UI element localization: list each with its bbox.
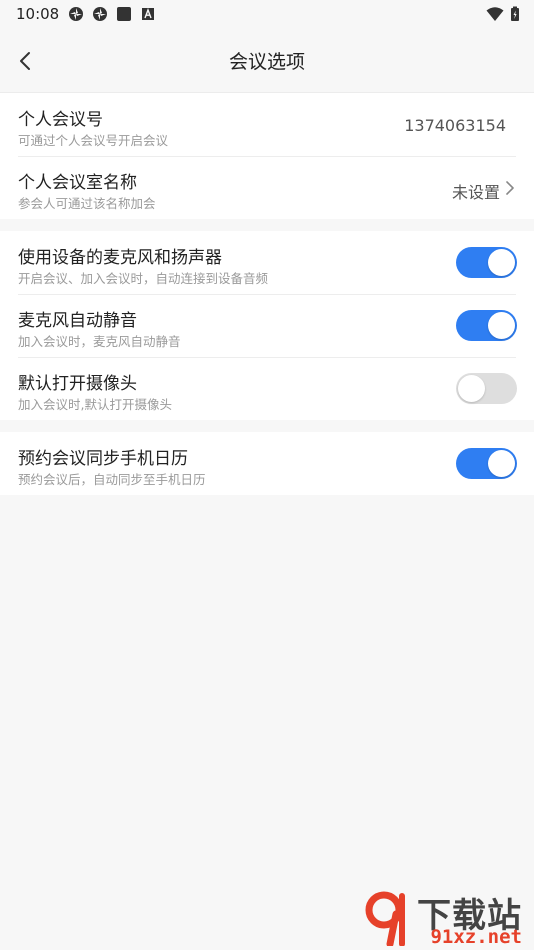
status-icons-left — [68, 6, 156, 22]
personal-room-name-value: 未设置 — [451, 183, 500, 202]
setting-row-camera-default: 默认打开摄像头 加入会议时,默认打开摄像头 — [0, 357, 534, 420]
calendar-sync-toggle[interactable] — [456, 448, 517, 479]
setting-subtitle: 开启会议、加入会议时，自动连接到设备音频 — [18, 271, 269, 286]
status-icons-right — [486, 6, 520, 22]
calendar-sync-title: 预约会议同步手机日历 — [18, 449, 188, 469]
setting-subtitle: 加入会议时，麦克风自动静音 — [18, 334, 181, 349]
personal-room-name-subtitle: 参会人可通过该名称加会 — [18, 196, 156, 211]
setting-row-auto-mute: 麦克风自动静音 加入会议时，麦克风自动静音 — [0, 294, 534, 357]
personal-meeting-id-subtitle: 可通过个人会议号开启会议 — [18, 133, 169, 148]
toggle-knob — [458, 375, 485, 402]
page-title: 会议选项 — [228, 51, 305, 73]
nav-bar: 会议选项 — [0, 30, 534, 93]
status-time: 10:08 — [16, 5, 60, 23]
auto-mute-toggle[interactable] — [456, 310, 517, 341]
battery-icon — [511, 6, 519, 21]
personal-meeting-id-value: 1374063154 — [404, 116, 506, 135]
chevron-right-icon — [506, 181, 514, 195]
watermark-en-text: 91xz.net — [430, 926, 522, 948]
a-badge-icon — [142, 8, 154, 20]
watermark: 下载站 91xz.net — [360, 888, 530, 948]
status-bar: 10:08 — [0, 0, 534, 30]
app-icon-2 — [93, 7, 107, 21]
toggle-knob — [488, 450, 515, 477]
toggle-knob — [488, 312, 515, 339]
calendar-sync-subtitle: 预约会议后，自动同步至手机日历 — [18, 472, 206, 487]
setting-row-device-audio: 使用设备的麦克风和扬声器 开启会议、加入会议时，自动连接到设备音频 — [0, 231, 534, 294]
toggle-knob — [488, 249, 515, 276]
av-settings-group: 使用设备的麦克风和扬声器 开启会议、加入会议时，自动连接到设备音频 麦克风自动静… — [0, 231, 534, 420]
personal-meeting-id-title: 个人会议号 — [18, 110, 103, 130]
app-icon-1 — [69, 7, 83, 21]
camera-default-toggle[interactable] — [456, 373, 517, 404]
personal-room-name-title: 个人会议室名称 — [18, 173, 137, 193]
square-icon — [117, 7, 131, 21]
personal-meeting-group: 个人会议号 可通过个人会议号开启会议 1374063154 个人会议室名称 参会… — [0, 93, 534, 219]
wifi-icon — [486, 7, 504, 21]
setting-title: 麦克风自动静音 — [18, 311, 137, 331]
setting-subtitle: 加入会议时,默认打开摄像头 — [18, 397, 172, 412]
calendar-group: 预约会议同步手机日历 预约会议后，自动同步至手机日历 — [0, 432, 534, 495]
personal-meeting-id-row[interactable]: 个人会议号 可通过个人会议号开启会议 1374063154 — [0, 93, 534, 156]
setting-title: 使用设备的麦克风和扬声器 — [18, 248, 222, 268]
watermark-logo-icon — [365, 891, 405, 946]
device-audio-toggle[interactable] — [456, 247, 517, 278]
setting-row-calendar-sync: 预约会议同步手机日历 预约会议后，自动同步至手机日历 — [0, 432, 534, 495]
setting-title: 默认打开摄像头 — [18, 374, 137, 394]
personal-room-name-row[interactable]: 个人会议室名称 参会人可通过该名称加会 未设置 — [0, 156, 534, 219]
